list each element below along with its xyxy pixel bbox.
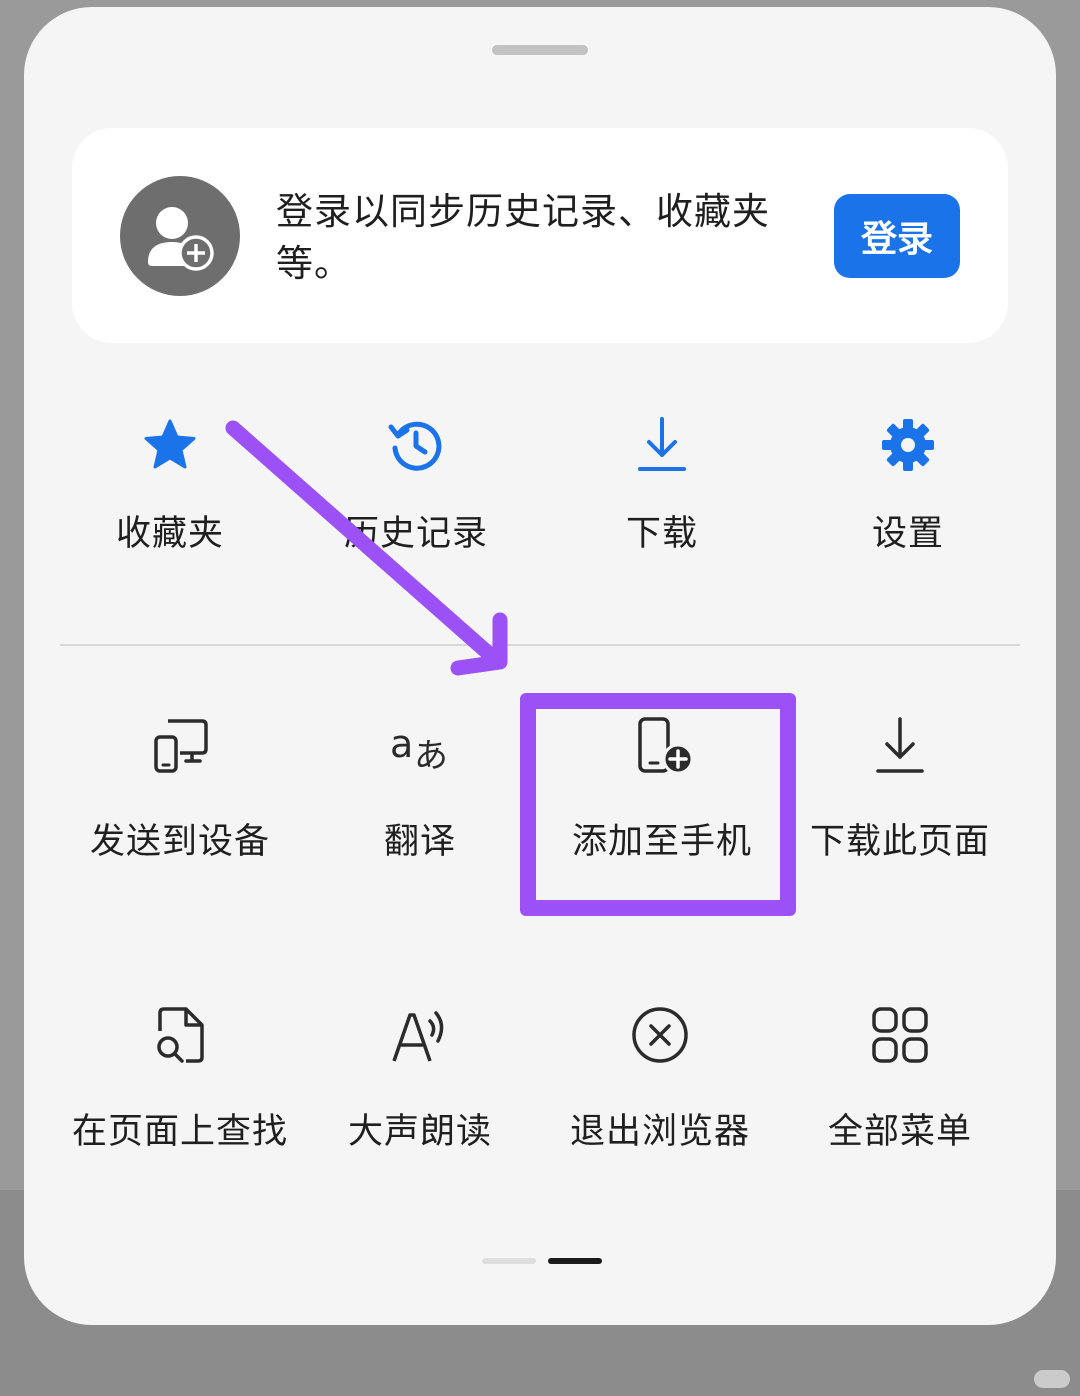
annotation-arrow	[225, 420, 508, 676]
watermark-badge	[1034, 1370, 1070, 1388]
